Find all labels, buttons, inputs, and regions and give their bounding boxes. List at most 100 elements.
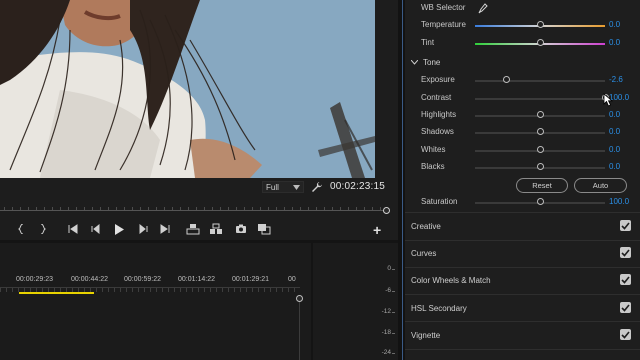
section-creative-checkbox[interactable] bbox=[620, 220, 631, 231]
section-creative[interactable]: Creative bbox=[405, 213, 640, 240]
work-area-bar[interactable] bbox=[19, 292, 94, 294]
saturation-slider-knob[interactable] bbox=[537, 198, 544, 205]
scrub-tick bbox=[180, 207, 181, 210]
temperature-label: Temperature bbox=[421, 20, 466, 29]
scrub-tick bbox=[28, 207, 29, 210]
panel-splitter[interactable] bbox=[398, 0, 405, 360]
section-curves-checkbox[interactable] bbox=[620, 247, 631, 258]
meter-tick bbox=[392, 269, 395, 270]
mark-out-button[interactable] bbox=[35, 222, 49, 236]
whites-slider-knob[interactable] bbox=[537, 146, 544, 153]
section-vignette[interactable]: Vignette bbox=[405, 322, 640, 349]
scrub-tick bbox=[316, 207, 317, 210]
scrub-tick bbox=[332, 207, 333, 210]
extract-button[interactable] bbox=[209, 222, 223, 236]
ruler-time-label: 00:01:14:22 bbox=[178, 276, 215, 283]
scrub-tick bbox=[324, 207, 325, 210]
scrub-end-handle[interactable] bbox=[383, 207, 390, 214]
section-color-wheels[interactable]: Color Wheels & Match bbox=[405, 267, 640, 294]
playhead-timecode[interactable]: 00:02:23:15 bbox=[330, 181, 385, 192]
shadows-slider-knob[interactable] bbox=[537, 128, 544, 135]
go-to-in-icon bbox=[68, 224, 78, 234]
shadows-value[interactable]: 0.0 bbox=[609, 127, 620, 136]
whites-row: Whites 0.0 bbox=[405, 143, 640, 159]
tint-value[interactable]: 0.0 bbox=[609, 38, 620, 47]
zoom-level-select[interactable]: Full bbox=[262, 181, 304, 193]
scrub-tick bbox=[84, 207, 85, 210]
scrub-tick bbox=[196, 207, 197, 210]
scrub-tick bbox=[76, 207, 77, 210]
lift-button[interactable] bbox=[186, 222, 200, 236]
scrollbar-handle[interactable] bbox=[296, 295, 303, 302]
reset-button[interactable]: Reset bbox=[516, 178, 568, 193]
monitor-scrub-bar[interactable] bbox=[0, 204, 392, 216]
auto-button[interactable]: Auto bbox=[574, 178, 627, 193]
section-hsl-secondary-checkbox[interactable] bbox=[620, 302, 631, 313]
highlights-value[interactable]: 0.0 bbox=[609, 110, 620, 119]
scrub-tick bbox=[260, 207, 261, 210]
wb-selector-row: WB Selector bbox=[405, 1, 640, 17]
mouse-cursor-icon bbox=[603, 93, 614, 107]
timeline-panel[interactable]: 00:00:29:23 00:00:44:22 00:00:59:22 00:0… bbox=[0, 243, 398, 360]
blacks-slider-knob[interactable] bbox=[537, 163, 544, 170]
lift-icon bbox=[186, 224, 200, 235]
blacks-row: Blacks 0.0 bbox=[405, 160, 640, 176]
mark-in-button[interactable] bbox=[15, 222, 29, 236]
transport-controls bbox=[0, 220, 392, 238]
step-forward-icon bbox=[139, 224, 148, 234]
wrench-icon[interactable] bbox=[311, 181, 323, 193]
exposure-row: Exposure -2.6 bbox=[405, 73, 640, 89]
video-frame-image bbox=[0, 0, 375, 178]
whites-value[interactable]: 0.0 bbox=[609, 145, 620, 154]
section-creative-label: Creative bbox=[411, 222, 441, 231]
temperature-slider-knob[interactable] bbox=[537, 21, 544, 28]
timeline-vertical-scrollbar[interactable] bbox=[296, 295, 303, 360]
go-to-in-button[interactable] bbox=[66, 222, 80, 236]
highlights-label: Highlights bbox=[421, 110, 457, 119]
step-forward-button[interactable] bbox=[136, 222, 150, 236]
temperature-value[interactable]: 0.0 bbox=[609, 20, 620, 29]
lumetri-color-panel: WB Selector Temperature 0.0 Tint 0.0 Ton… bbox=[405, 0, 640, 360]
audio-meter-divider bbox=[311, 243, 313, 360]
section-color-wheels-checkbox[interactable] bbox=[620, 274, 631, 285]
mark-out-icon bbox=[40, 224, 46, 234]
chevron-down-icon bbox=[293, 184, 300, 190]
scrub-tick bbox=[164, 207, 165, 210]
scrub-tick bbox=[188, 207, 189, 210]
scrub-tick bbox=[244, 207, 245, 210]
program-monitor-video bbox=[0, 0, 375, 178]
scrub-tick bbox=[36, 207, 37, 210]
section-hsl-secondary[interactable]: HSL Secondary bbox=[405, 295, 640, 322]
section-vignette-checkbox[interactable] bbox=[620, 329, 631, 340]
scrub-tick bbox=[308, 207, 309, 210]
meter-db-label: -6 bbox=[385, 287, 391, 294]
chevron-down-icon bbox=[410, 59, 419, 65]
add-button-plus-icon[interactable]: + bbox=[373, 222, 381, 238]
meter-tick bbox=[392, 291, 395, 292]
comparison-view-button[interactable] bbox=[257, 222, 271, 236]
shadows-label: Shadows bbox=[421, 127, 454, 136]
saturation-value[interactable]: 100.0 bbox=[609, 197, 629, 206]
scrub-tick bbox=[204, 207, 205, 210]
scrub-tick bbox=[340, 207, 341, 210]
highlights-slider-knob[interactable] bbox=[537, 111, 544, 118]
tint-slider-knob[interactable] bbox=[537, 39, 544, 46]
blacks-value[interactable]: 0.0 bbox=[609, 162, 620, 171]
scrub-tick bbox=[172, 207, 173, 210]
section-color-wheels-label: Color Wheels & Match bbox=[411, 276, 491, 285]
exposure-slider[interactable] bbox=[475, 80, 605, 82]
scrollbar-track bbox=[299, 299, 300, 360]
tone-section-header[interactable]: Tone bbox=[410, 58, 440, 67]
ruler-time-label: 00:00:44:22 bbox=[71, 276, 108, 283]
exposure-value[interactable]: -2.6 bbox=[609, 75, 623, 84]
section-curves[interactable]: Curves bbox=[405, 240, 640, 267]
step-back-button[interactable] bbox=[89, 222, 103, 236]
export-frame-button[interactable] bbox=[234, 222, 248, 236]
ruler-time-label: 00:00:59:22 bbox=[124, 276, 161, 283]
focus-highlight bbox=[402, 0, 403, 360]
play-button[interactable] bbox=[112, 222, 126, 236]
contrast-slider[interactable] bbox=[475, 98, 605, 100]
eyedropper-icon[interactable] bbox=[478, 3, 488, 14]
go-to-out-button[interactable] bbox=[158, 222, 172, 236]
scrub-tick bbox=[292, 207, 293, 210]
